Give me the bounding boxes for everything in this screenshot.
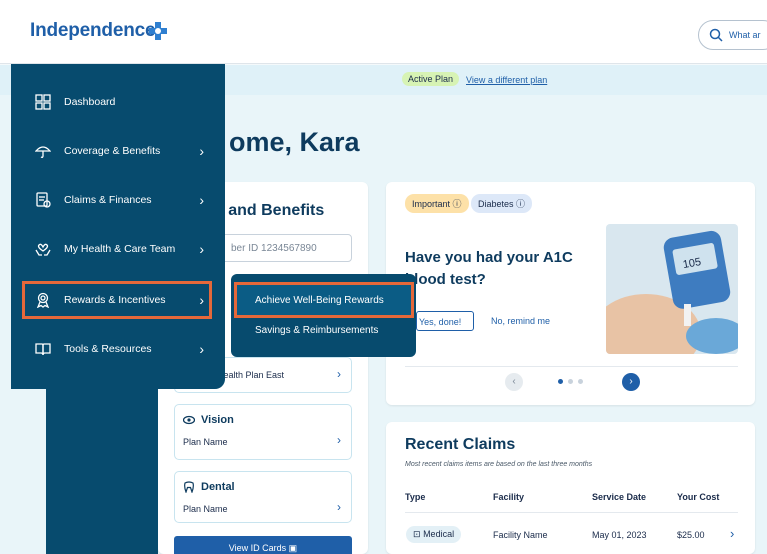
vision-title: Vision xyxy=(201,414,234,426)
receipt-icon xyxy=(32,192,54,208)
award-icon xyxy=(32,292,54,308)
claim-type: Medical xyxy=(423,529,455,539)
search-placeholder: What ar xyxy=(729,30,761,40)
plan-card-title: n and Benefits xyxy=(214,202,325,219)
nav-dashboard-label: Dashboard xyxy=(64,96,116,108)
col-your-cost: Your Cost xyxy=(677,492,720,502)
welcome-heading: ome, Kara xyxy=(229,127,360,157)
glucose-meter-photo: 105 xyxy=(606,224,738,354)
submenu-achieve-rewards[interactable]: Achieve Well-Being Rewards xyxy=(234,282,414,318)
vision-header: Vision xyxy=(183,414,234,426)
chevron-right-icon: › xyxy=(337,500,341,514)
important-tag[interactable]: Important ⓘ xyxy=(405,194,469,213)
chevron-right-icon: › xyxy=(199,143,204,159)
vision-box[interactable]: Vision Plan Name › xyxy=(174,404,352,460)
logo[interactable]: Independence xyxy=(30,20,156,42)
active-plan-badge: Active Plan xyxy=(402,72,460,86)
vision-plan-name: Plan Name xyxy=(183,437,228,447)
carousel-separator xyxy=(405,366,738,367)
card-icon: ▣ xyxy=(288,543,298,553)
chevron-right-icon: › xyxy=(337,433,341,447)
chevron-right-icon: › xyxy=(199,341,204,357)
side-navigation-tail xyxy=(46,388,158,554)
a1c-question: Have you had your A1C blood test? xyxy=(405,249,573,288)
search-icon xyxy=(709,28,723,42)
dental-box[interactable]: Dental Plan Name › xyxy=(174,471,352,523)
dashboard-icon xyxy=(32,94,54,110)
top-header: Independence What ar xyxy=(0,0,767,64)
member-id-field[interactable]: ber ID 1234567890 xyxy=(214,234,352,262)
info-icon: ⓘ xyxy=(452,199,462,209)
chevron-right-icon: › xyxy=(337,367,341,381)
nav-coverage-label: Coverage & Benefits xyxy=(64,145,161,157)
rx-plan-name: Health Plan East xyxy=(217,370,285,380)
medical-type-badge: ⊡ Medical xyxy=(406,526,462,543)
carousel-dot[interactable] xyxy=(558,379,563,384)
submenu-savings-reimbursements[interactable]: Savings & Reimbursements xyxy=(255,325,378,336)
info-icon: ⓘ xyxy=(516,199,526,209)
logo-cross-icon xyxy=(149,22,167,40)
claim-facility: Facility Name xyxy=(493,530,548,540)
remind-me-link[interactable]: No, remind me xyxy=(491,316,550,326)
dental-header: Dental xyxy=(183,481,235,493)
nav-my-health-label: My Health & Care Team xyxy=(64,243,176,255)
nav-dashboard[interactable]: Dashboard xyxy=(22,85,212,119)
recent-claims-subtitle: Most recent claims items are based on th… xyxy=(405,461,593,468)
chevron-right-icon: › xyxy=(199,292,204,308)
chevron-right-icon: › xyxy=(199,241,204,257)
claim-cost: $25.00 xyxy=(677,530,705,540)
carousel-dot[interactable] xyxy=(568,379,573,384)
different-plan-link[interactable]: View a different plan xyxy=(466,75,547,85)
col-service-date: Service Date xyxy=(592,492,647,502)
recent-claims-title: Recent Claims xyxy=(405,436,516,453)
eye-icon xyxy=(183,415,195,425)
nav-claims-label: Claims & Finances xyxy=(64,194,152,206)
table-header-divider xyxy=(405,512,738,513)
nav-tools-resources[interactable]: Tools & Resources › xyxy=(22,332,212,366)
dental-title: Dental xyxy=(201,481,235,493)
id-cards-label: View ID Cards xyxy=(228,543,287,553)
view-id-cards-button[interactable]: View ID Cards ▣ xyxy=(174,536,352,554)
diabetes-tag[interactable]: Diabetes ⓘ xyxy=(471,194,533,213)
hands-heart-icon xyxy=(32,241,54,257)
nav-rewards-incentives[interactable]: Rewards & Incentives › xyxy=(22,281,212,319)
diabetes-tag-label: Diabetes xyxy=(478,199,514,209)
nav-coverage-benefits[interactable]: Coverage & Benefits › xyxy=(22,134,212,168)
chevron-right-icon: › xyxy=(199,192,204,208)
yes-done-button[interactable]: Yes, done! xyxy=(416,311,474,331)
carousel-prev-button[interactable]: ‹ xyxy=(505,373,523,391)
book-icon xyxy=(32,341,54,357)
nav-claims-finances[interactable]: Claims & Finances › xyxy=(22,183,212,217)
nav-tools-label: Tools & Resources xyxy=(64,343,152,355)
col-facility: Facility xyxy=(493,492,525,502)
carousel-next-button[interactable]: › xyxy=(622,373,640,391)
nav-rewards-label: Rewards & Incentives xyxy=(64,294,166,306)
dental-plan-name: Plan Name xyxy=(183,504,228,514)
col-type: Type xyxy=(405,492,426,502)
claim-row-chevron-icon[interactable]: › xyxy=(730,526,734,541)
carousel-dot[interactable] xyxy=(578,379,583,384)
nav-my-health[interactable]: My Health & Care Team › xyxy=(22,232,212,266)
tooth-icon xyxy=(184,481,194,493)
medical-icon: ⊡ xyxy=(413,529,421,539)
search-input[interactable]: What ar xyxy=(698,20,767,50)
important-tag-label: Important xyxy=(412,199,451,209)
claim-date: May 01, 2023 xyxy=(592,530,647,540)
umbrella-icon xyxy=(32,143,54,159)
